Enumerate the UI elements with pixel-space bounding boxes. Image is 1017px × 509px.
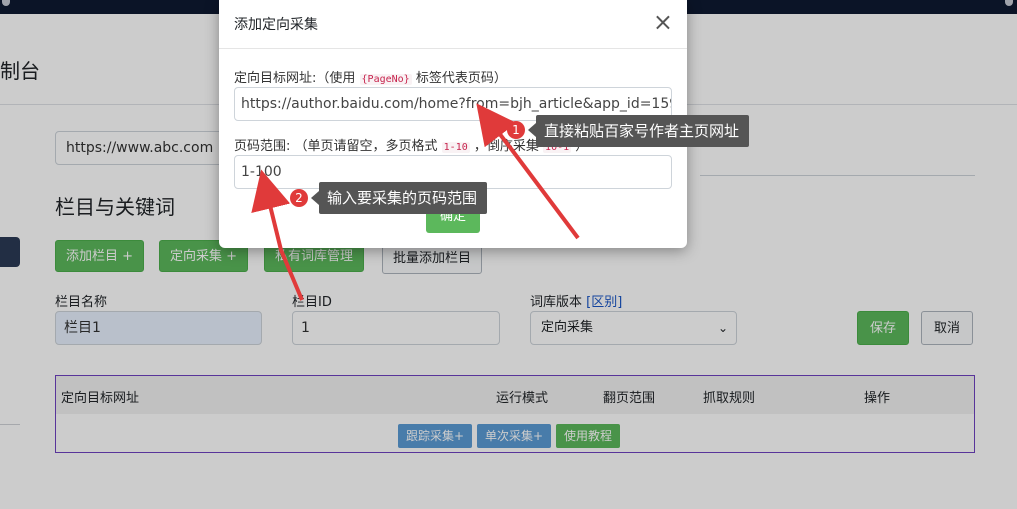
callout-1: 直接粘贴百家号作者主页网址 [536,115,750,147]
callout-2-number: 2 [290,189,308,207]
callout-2: 输入要采集的页码范围 [319,182,488,214]
callout-2-tip [311,191,319,205]
callout-1-tip [528,123,536,137]
annotation-arrows [251,103,580,301]
callout-1-number: 1 [507,121,525,139]
